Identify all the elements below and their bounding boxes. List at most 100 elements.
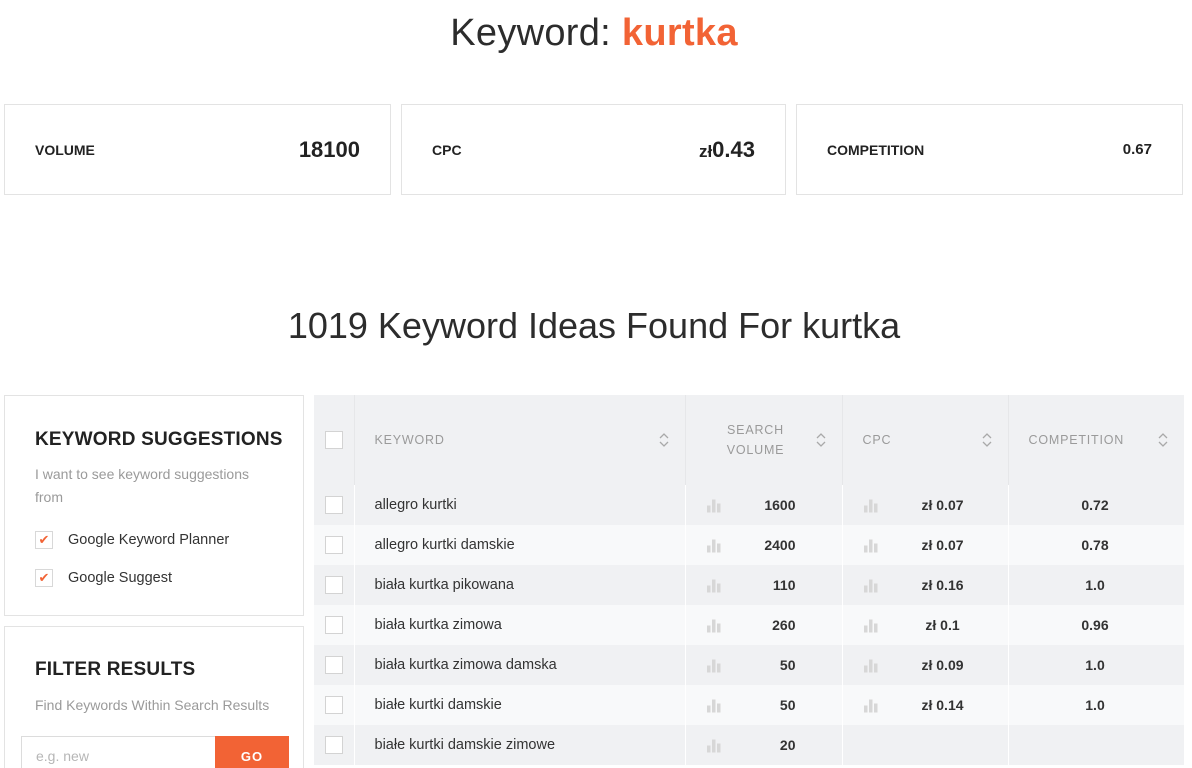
filter-description: Find Keywords Within Search Results [35,697,270,713]
suggestions-description: I want to see keyword suggestions from [35,466,250,505]
checkbox-google-suggest[interactable]: ✔ [35,569,53,587]
volume-cell: 110 [685,565,843,605]
volume-cell: 2400 [685,525,843,565]
cpc-chart-icon[interactable] [863,538,879,553]
title-prefix: Keyword: [450,12,622,54]
header-cpc-label: CPC [862,433,892,447]
competition-cell: 0.78 [1008,525,1184,565]
row-select-cell [314,605,355,645]
row-select-cell [314,485,355,525]
suggestions-title: KEYWORD SUGGESTIONS [35,429,283,450]
cpc-cell: zł 0.09 [842,645,1009,685]
option-google-keyword-planner[interactable]: ✔ Google Keyword Planner [35,531,229,549]
sort-icon[interactable] [659,432,669,448]
table-row: biała kurtka zimowa damska 50 zł 0.09 1.… [314,645,1184,685]
option-label: Google Suggest [68,570,172,586]
cpc-chart-icon[interactable] [863,658,879,673]
header-search-volume-label: SEARCH VOLUME [726,423,785,457]
title-keyword: kurtka [621,12,738,54]
row-select-cell [314,525,355,565]
keyword-cell[interactable]: biała kurtka zimowa [354,605,686,645]
header-competition[interactable]: COMPETITION [1008,395,1184,485]
volume-chart-icon[interactable] [706,738,722,753]
keyword-table-wrap: KEYWORD SEARCH VOLUME CPC COMPETITION al… [314,395,1184,768]
cpc-value: zł0.43 [699,137,755,163]
keyword-cell[interactable]: allegro kurtki damskie [354,525,686,565]
table-row: allegro kurtki damskie 2400 zł 0.07 0.78 [314,525,1184,565]
row-checkbox[interactable] [325,576,343,594]
row-checkbox[interactable] [325,616,343,634]
table-row: białe kurtki damskie 50 zł 0.14 1.0 [314,685,1184,725]
keyword-cell[interactable]: białe kurtki damskie [354,685,686,725]
row-select-cell [314,565,355,605]
cpc-chart-icon[interactable] [863,698,879,713]
competition-cell [1008,725,1184,765]
volume-cell: 1600 [685,485,843,525]
volume-chart-icon[interactable] [706,698,722,713]
cpc-cell: zł 0.07 [842,485,1009,525]
volume-chart-icon[interactable] [706,618,722,633]
cpc-label: CPC [432,141,462,158]
competition-card: COMPETITION 0.67 [796,104,1183,195]
row-checkbox[interactable] [325,536,343,554]
volume-chart-icon[interactable] [706,658,722,673]
cpc-chart-icon[interactable] [863,578,879,593]
filter-title: FILTER RESULTS [35,659,196,680]
cpc-amount: 0.43 [712,136,755,162]
cpc-cell [842,725,1009,765]
header-competition-label: COMPETITION [1028,433,1125,447]
volume-chart-icon[interactable] [706,578,722,593]
header-keyword-label: KEYWORD [374,433,445,447]
row-checkbox[interactable] [325,736,343,754]
cpc-chart-icon[interactable] [863,618,879,633]
row-select-cell [314,725,355,765]
table-row: allegro kurtki 1600 zł 0.07 0.72 [314,485,1184,525]
volume-cell: 50 [685,685,843,725]
filter-input[interactable] [21,736,216,768]
keyword-cell[interactable]: białe kurtki damskie zimowe [354,725,686,765]
row-checkbox[interactable] [325,496,343,514]
competition-cell: 1.0 [1008,565,1184,605]
row-checkbox[interactable] [325,656,343,674]
page-title: Keyword: kurtka [0,12,1188,55]
cpc-cell: zł 0.07 [842,525,1009,565]
keyword-cell[interactable]: allegro kurtki [354,485,686,525]
sort-icon[interactable] [816,432,826,448]
header-keyword[interactable]: KEYWORD [354,395,686,485]
volume-chart-icon[interactable] [706,538,722,553]
cpc-cell: zł 0.1 [842,605,1009,645]
sort-icon[interactable] [982,432,992,448]
volume-value: 18100 [298,136,360,162]
row-select-cell [314,685,355,725]
keyword-cell[interactable]: biała kurtka zimowa damska [354,645,686,685]
table-row: biała kurtka zimowa 260 zł 0.1 0.96 [314,605,1184,645]
sort-icon[interactable] [1158,432,1168,448]
keyword-cell[interactable]: biała kurtka pikowana [354,565,686,605]
header-cpc[interactable]: CPC [842,395,1009,485]
competition-cell: 0.96 [1008,605,1184,645]
competition-cell: 0.72 [1008,485,1184,525]
competition-label: COMPETITION [827,141,925,158]
competition-cell: 1.0 [1008,685,1184,725]
volume-card: VOLUME 18100 [4,104,391,195]
volume-label: VOLUME [35,141,95,158]
cpc-currency: zł [698,141,713,161]
option-google-suggest[interactable]: ✔ Google Suggest [35,569,172,587]
table-row: biała kurtka pikowana 110 zł 0.16 1.0 [314,565,1184,605]
row-checkbox[interactable] [325,696,343,714]
volume-cell: 260 [685,605,843,645]
header-select-all [314,395,355,485]
table-header-row: KEYWORD SEARCH VOLUME CPC COMPETITION [314,395,1184,485]
go-button[interactable]: GO [215,736,289,768]
competition-value: 0.67 [1122,141,1152,158]
competition-cell: 1.0 [1008,645,1184,685]
keyword-suggestions-panel: KEYWORD SUGGESTIONS I want to see keywor… [4,395,304,616]
header-search-volume[interactable]: SEARCH VOLUME [685,395,843,485]
cpc-cell: zł 0.16 [842,565,1009,605]
option-label: Google Keyword Planner [68,532,230,548]
volume-chart-icon[interactable] [706,498,722,513]
checkbox-google-keyword-planner[interactable]: ✔ [35,531,53,549]
select-all-checkbox[interactable] [325,431,343,449]
cpc-chart-icon[interactable] [863,498,879,513]
ideas-title: 1019 Keyword Ideas Found For kurtka [287,305,901,346]
